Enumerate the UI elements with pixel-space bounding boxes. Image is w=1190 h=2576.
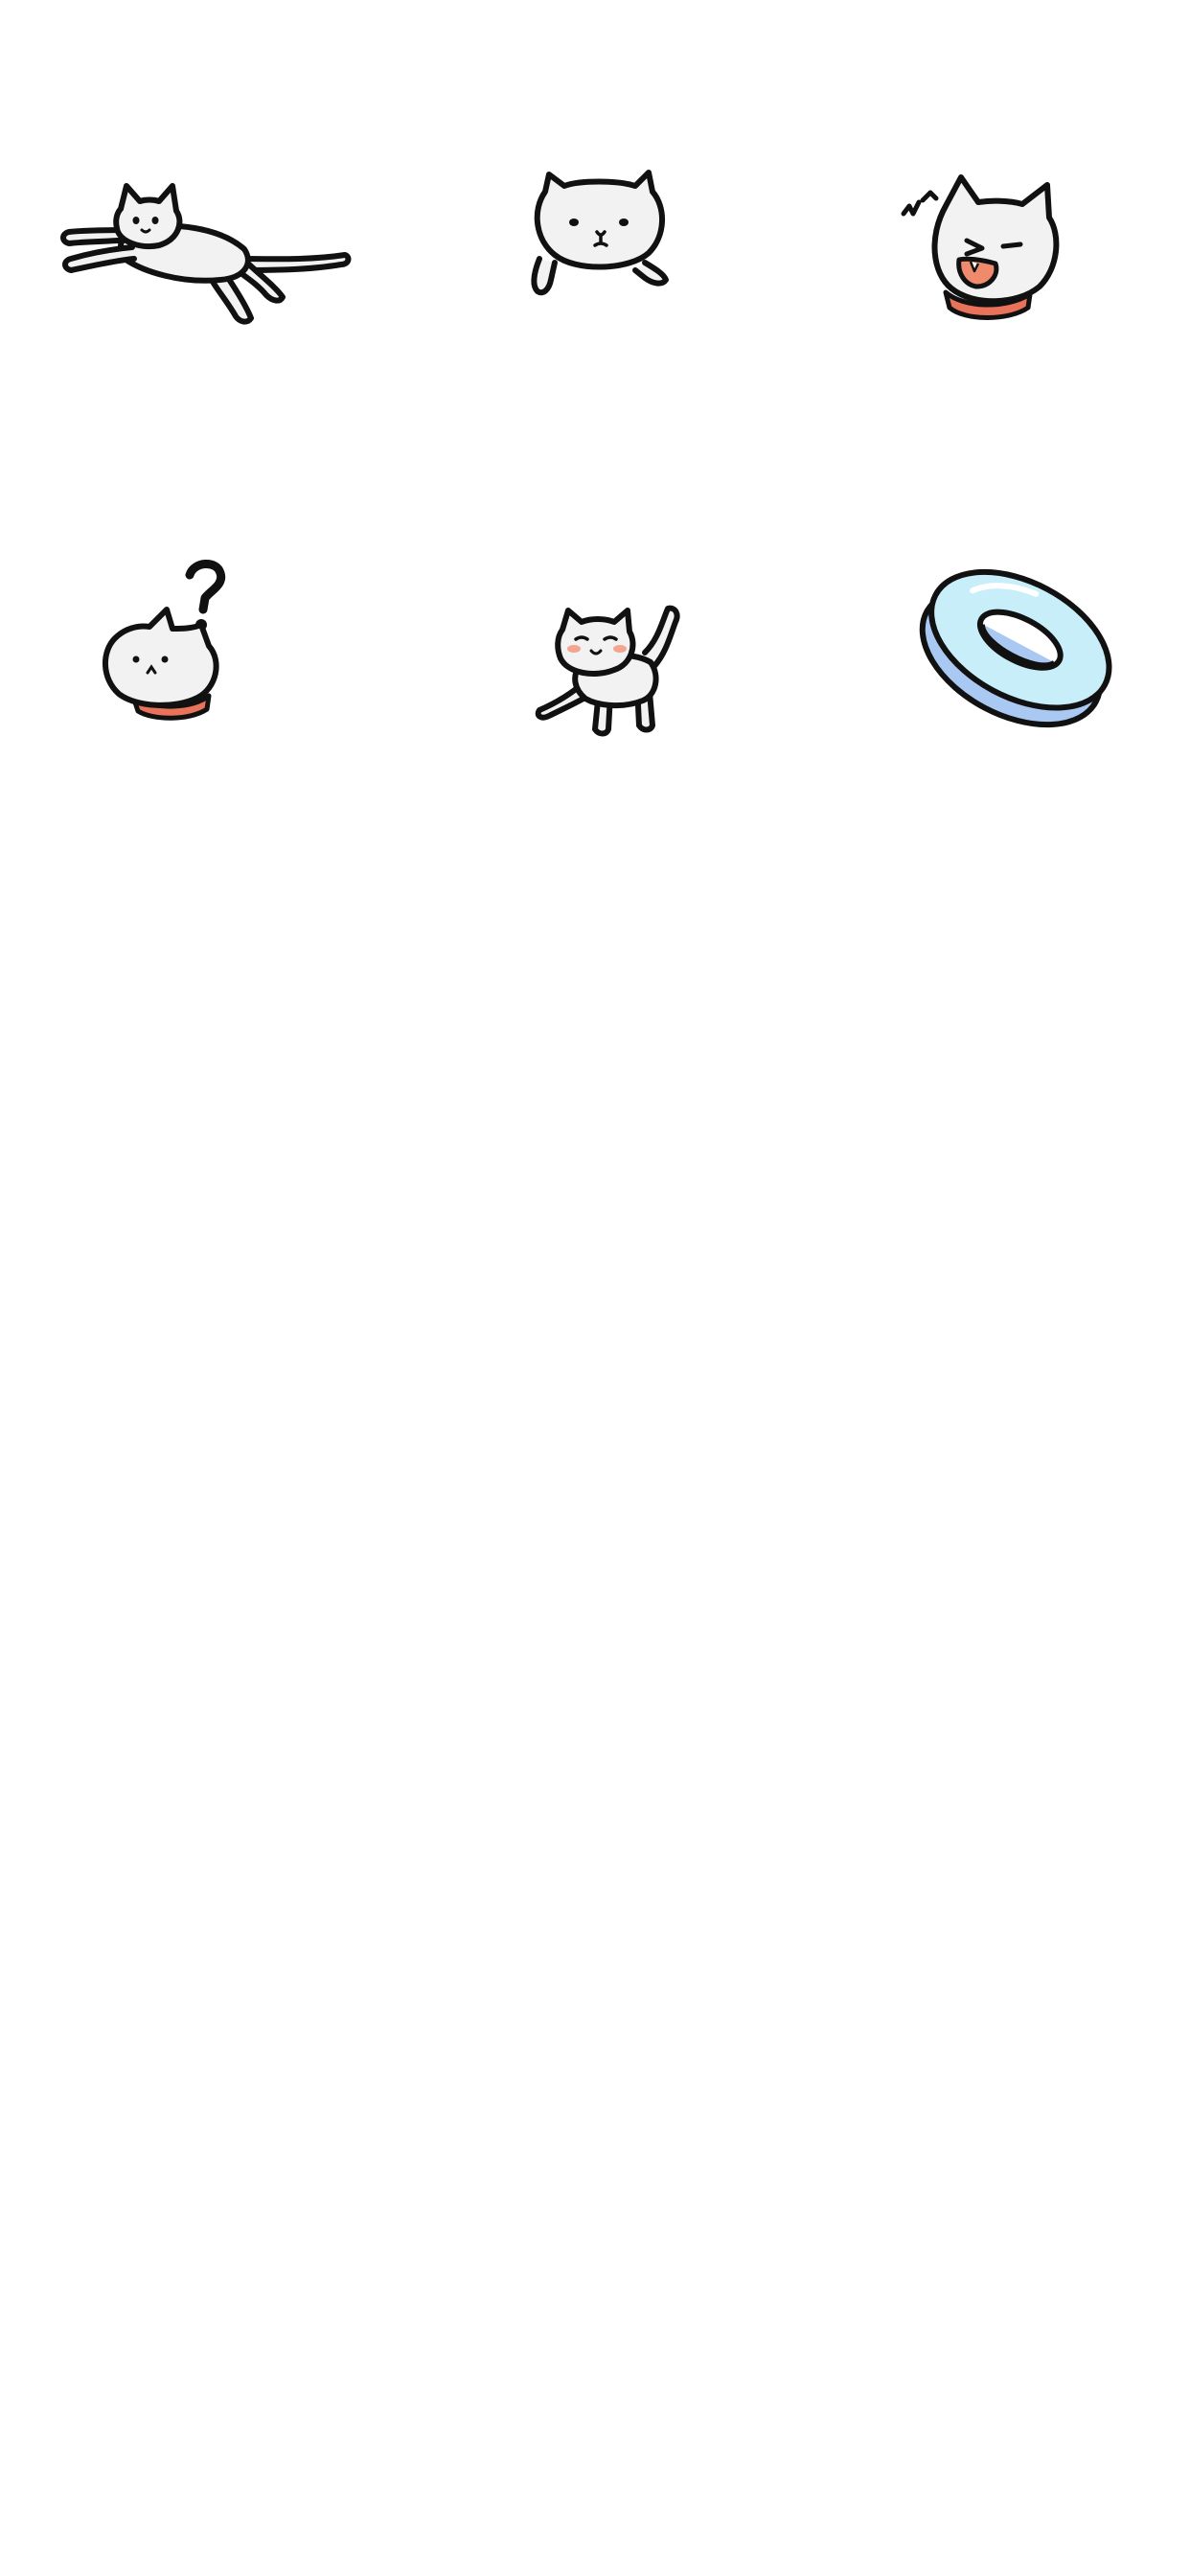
sticker-panel [0, 0, 1190, 2576]
leaping-cat-icon[interactable] [57, 153, 364, 331]
walking-cat-icon[interactable] [532, 599, 685, 743]
yelling-cat-icon[interactable] [896, 168, 1073, 321]
swim-ring-icon[interactable] [910, 551, 1126, 738]
chubby-cat-face-icon[interactable] [522, 163, 685, 302]
confused-cat-icon[interactable] [96, 556, 240, 724]
sticker-grid [0, 0, 1190, 805]
